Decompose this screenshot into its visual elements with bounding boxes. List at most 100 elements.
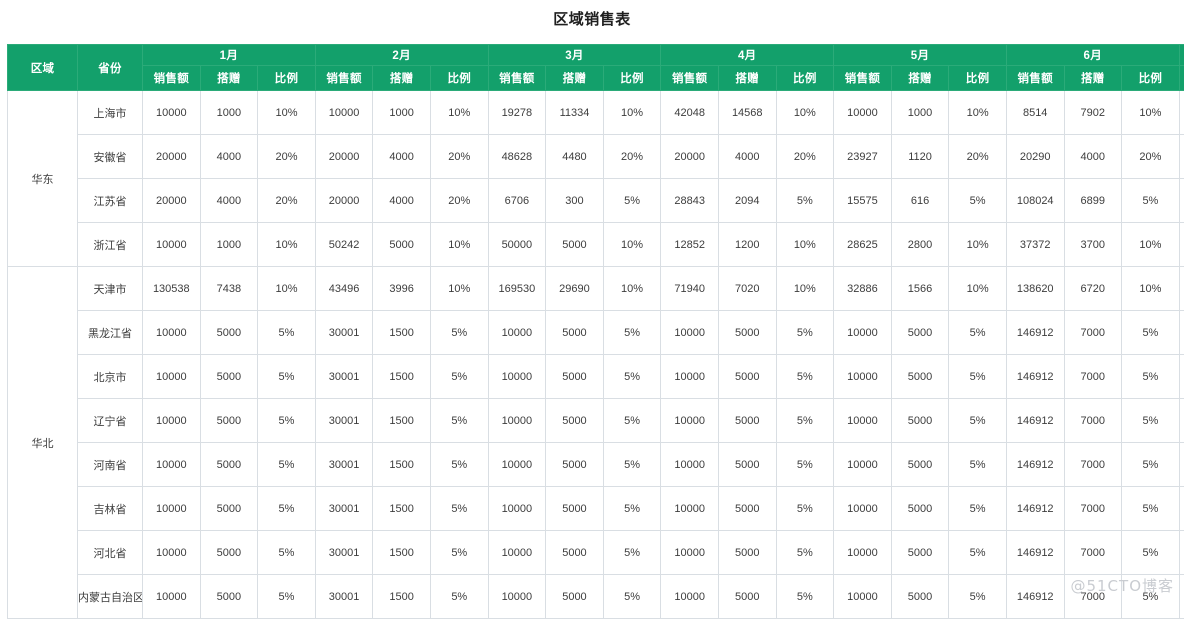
data-cell: 5000 bbox=[373, 223, 431, 267]
data-cell: 6706 bbox=[488, 179, 546, 223]
data-cell: 5000 bbox=[200, 355, 258, 399]
table-row: 河南省1000050005%3000115005%1000050005%1000… bbox=[8, 443, 1184, 487]
header-group-7: 总合计 bbox=[1179, 45, 1184, 66]
data-cell: 10000 bbox=[834, 399, 892, 443]
data-cell: 5000 bbox=[546, 399, 604, 443]
header-row-groups: 区域省份1月2月3月4月5月6月总合计 bbox=[8, 45, 1184, 66]
data-cell: 10000 bbox=[143, 355, 201, 399]
data-cell: 5% bbox=[776, 531, 834, 575]
data-cell: 1500 bbox=[373, 355, 431, 399]
data-cell: 20000 bbox=[315, 135, 373, 179]
data-cell: 10000 bbox=[488, 311, 546, 355]
data-cell: 50000 bbox=[488, 223, 546, 267]
data-cell: 138620 bbox=[1006, 267, 1064, 311]
province-cell: 河南省 bbox=[78, 443, 143, 487]
data-cell: 5% bbox=[603, 179, 661, 223]
data-cell: 5000 bbox=[718, 487, 776, 531]
data-cell: 3996 bbox=[373, 267, 431, 311]
table-row: 河北省1000050005%3000115005%1000050005%1000… bbox=[8, 531, 1184, 575]
sales-table-container: 区域省份1月2月3月4月5月6月总合计销售额搭赠比例销售额搭赠比例销售额搭赠比例… bbox=[7, 44, 1177, 619]
data-cell: 7020 bbox=[718, 267, 776, 311]
data-cell: 20% bbox=[430, 135, 488, 179]
header-province: 省份 bbox=[78, 45, 143, 91]
data-cell: 130538 bbox=[143, 267, 201, 311]
table-row: 北京市1000050005%3000115005%1000050005%1000… bbox=[8, 355, 1184, 399]
data-cell: 10000 bbox=[488, 531, 546, 575]
table-row: 江苏省20000400020%20000400020%67063005%2884… bbox=[8, 179, 1184, 223]
header-group-2: 2月 bbox=[315, 45, 488, 66]
data-cell: 10000 bbox=[834, 575, 892, 619]
table-header: 区域省份1月2月3月4月5月6月总合计销售额搭赠比例销售额搭赠比例销售额搭赠比例… bbox=[8, 45, 1184, 91]
header-group-5: 5月 bbox=[834, 45, 1007, 66]
data-cell: 10000 bbox=[488, 399, 546, 443]
data-cell: 10000 bbox=[661, 487, 719, 531]
table-body: 华东上海市10000100010%10000100010%19278113341… bbox=[8, 91, 1184, 619]
data-cell: 10% bbox=[949, 223, 1007, 267]
data-cell: 92710 bbox=[1179, 135, 1184, 179]
data-cell: 5000 bbox=[891, 487, 949, 531]
data-cell: 10000 bbox=[661, 531, 719, 575]
province-cell: 吉林省 bbox=[78, 487, 143, 531]
data-cell: 4000 bbox=[373, 135, 431, 179]
data-cell: 5% bbox=[430, 311, 488, 355]
data-cell: 1000 bbox=[373, 91, 431, 135]
data-cell: 30001 bbox=[315, 487, 373, 531]
data-cell: 7438 bbox=[200, 267, 258, 311]
data-cell: 20% bbox=[776, 135, 834, 179]
province-cell: 江苏省 bbox=[78, 179, 143, 223]
header-metric-2-3: 比例 bbox=[430, 66, 488, 91]
data-cell: 5000 bbox=[891, 575, 949, 619]
data-cell: 5% bbox=[430, 575, 488, 619]
region-cell: 华东 bbox=[8, 91, 78, 267]
data-cell: 5000 bbox=[718, 399, 776, 443]
regional-sales-table: 区域省份1月2月3月4月5月6月总合计销售额搭赠比例销售额搭赠比例销售额搭赠比例… bbox=[7, 44, 1184, 619]
data-cell: 5% bbox=[603, 443, 661, 487]
data-cell: 5000 bbox=[718, 311, 776, 355]
data-cell: 5000 bbox=[546, 531, 604, 575]
header-row-metrics: 销售额搭赠比例销售额搭赠比例销售额搭赠比例销售额搭赠比例销售额搭赠比例销售额搭赠… bbox=[8, 66, 1184, 91]
data-cell: 20000 bbox=[661, 135, 719, 179]
data-cell: 7000 bbox=[1064, 443, 1122, 487]
data-cell: 5% bbox=[1122, 487, 1180, 531]
table-row: 内蒙古自治区1000050005%3000115005%1000050005%1… bbox=[8, 575, 1184, 619]
province-cell: 上海市 bbox=[78, 91, 143, 135]
data-cell: 5% bbox=[430, 487, 488, 531]
data-cell: 5% bbox=[949, 399, 1007, 443]
data-cell: 10000 bbox=[143, 531, 201, 575]
data-cell: 5000 bbox=[718, 531, 776, 575]
header-region: 区域 bbox=[8, 45, 78, 91]
data-cell: 1566 bbox=[891, 267, 949, 311]
data-cell: 6899 bbox=[1064, 179, 1122, 223]
data-cell: 10000 bbox=[661, 399, 719, 443]
table-row: 辽宁省1000050005%3000115005%1000050005%1000… bbox=[8, 399, 1184, 443]
header-metric-4-2: 搭赠 bbox=[718, 66, 776, 91]
data-cell: 2094 bbox=[718, 179, 776, 223]
data-cell: 5% bbox=[776, 487, 834, 531]
data-cell: 5% bbox=[258, 443, 316, 487]
data-cell: 30001 bbox=[315, 575, 373, 619]
data-cell: 7000 bbox=[1064, 575, 1122, 619]
data-cell: 42048 bbox=[661, 91, 719, 135]
data-cell: 10% bbox=[603, 91, 661, 135]
data-cell: 10% bbox=[1122, 223, 1180, 267]
data-cell: 14568 bbox=[718, 91, 776, 135]
data-cell: 5000 bbox=[546, 487, 604, 531]
header-group-1: 1月 bbox=[143, 45, 316, 66]
data-cell: 10000 bbox=[143, 443, 201, 487]
data-cell: 71940 bbox=[661, 267, 719, 311]
data-cell: 10% bbox=[603, 267, 661, 311]
data-cell: 5000 bbox=[546, 575, 604, 619]
data-cell: 5% bbox=[603, 355, 661, 399]
data-cell: 5% bbox=[258, 399, 316, 443]
data-cell: 37372 bbox=[1006, 223, 1064, 267]
data-cell: 1200 bbox=[718, 223, 776, 267]
data-cell: 10000 bbox=[834, 311, 892, 355]
data-cell: 5000 bbox=[546, 443, 604, 487]
header-metric-6-2: 搭赠 bbox=[1064, 66, 1122, 91]
data-cell: 10000 bbox=[488, 355, 546, 399]
data-cell: 5% bbox=[776, 179, 834, 223]
data-cell: 20% bbox=[949, 135, 1007, 179]
data-cell: 300 bbox=[546, 179, 604, 223]
data-cell: 10% bbox=[430, 91, 488, 135]
data-cell: 5000 bbox=[718, 355, 776, 399]
